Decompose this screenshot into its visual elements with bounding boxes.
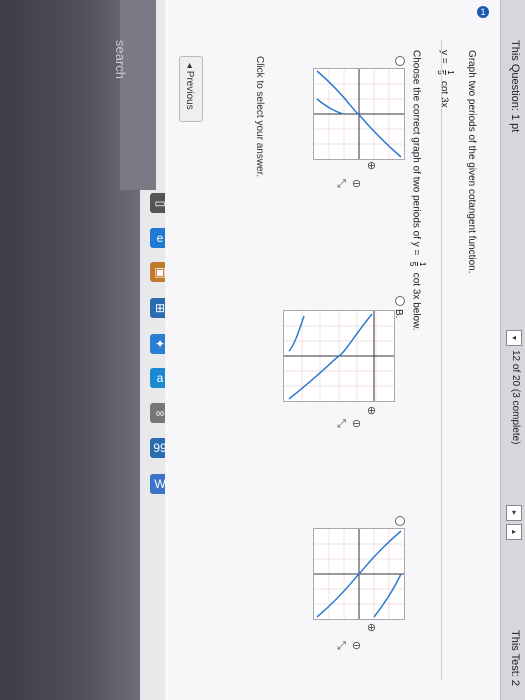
zoom-out-icon[interactable]: ⊖ xyxy=(350,418,363,431)
zoom-out-icon[interactable]: ⊖ xyxy=(350,640,363,653)
question-header: This Question: 1 pt ◂ 12 of 20 (3 comple… xyxy=(500,0,525,700)
question-prompt: Graph two periods of the given cotangent… xyxy=(466,50,477,274)
equation-lhs: y = xyxy=(438,50,450,64)
choice-c-graph[interactable] xyxy=(313,528,405,620)
prev-question-arrow[interactable]: ◂ xyxy=(506,330,522,346)
zoom-out-icon[interactable]: ⊖ xyxy=(350,178,363,191)
question-dropdown-arrow[interactable]: ▾ xyxy=(506,505,522,521)
taskbar-search-text: search xyxy=(113,40,128,80)
graph-c-svg xyxy=(314,529,404,619)
expand-icon[interactable]: ⤢ xyxy=(335,640,348,653)
next-question-arrow[interactable]: ▸ xyxy=(506,524,522,540)
radio-button[interactable] xyxy=(395,296,406,306)
choose-prompt: Choose the correct graph of two periods … xyxy=(408,50,427,331)
equation-fraction: 1 5 xyxy=(436,70,455,75)
equation-rhs: cot 3x xyxy=(438,80,450,108)
expand-icon[interactable]: ⤢ xyxy=(335,178,348,191)
main-window: This Question: 1 pt ◂ 12 of 20 (3 comple… xyxy=(165,0,525,700)
taskbar-search-box[interactable]: search xyxy=(113,0,156,190)
choice-a-graph[interactable] xyxy=(313,68,405,160)
previous-button[interactable]: ◂ Previous xyxy=(179,56,203,122)
taskbar-background xyxy=(0,0,140,700)
test-points: This Test: 2 xyxy=(509,630,521,687)
choose-fraction: 1 5 xyxy=(408,261,427,267)
choose-prompt-suffix: cot 3x below. xyxy=(410,272,422,331)
radio-button[interactable] xyxy=(395,56,406,66)
question-points: This Question: 1 pt xyxy=(509,40,521,133)
divider xyxy=(441,40,442,680)
previous-button-label: ◂ Previous xyxy=(184,63,195,110)
fraction-numerator: 1 xyxy=(445,70,455,75)
zoom-in-icon[interactable]: ⊕ xyxy=(365,160,378,173)
graph-b-svg xyxy=(284,311,394,401)
question-counter: 12 of 20 (3 complete) xyxy=(510,350,521,445)
zoom-in-icon[interactable]: ⊕ xyxy=(365,622,378,635)
choose-fraction-denominator: 5 xyxy=(408,261,417,267)
choose-fraction-numerator: 1 xyxy=(417,261,427,267)
expand-icon[interactable]: ⤢ xyxy=(335,418,348,431)
graph-a-svg xyxy=(314,69,404,159)
radio-button[interactable] xyxy=(395,516,406,526)
click-to-select-note: Click to select your answer. xyxy=(254,56,265,178)
choice-b-graph[interactable] xyxy=(283,310,395,402)
question-alert-badge: 1 xyxy=(477,6,489,18)
zoom-in-icon[interactable]: ⊕ xyxy=(365,405,378,418)
choose-prompt-text: Choose the correct graph of two periods … xyxy=(410,50,422,256)
function-equation: y = 1 5 cot 3x xyxy=(436,50,455,108)
